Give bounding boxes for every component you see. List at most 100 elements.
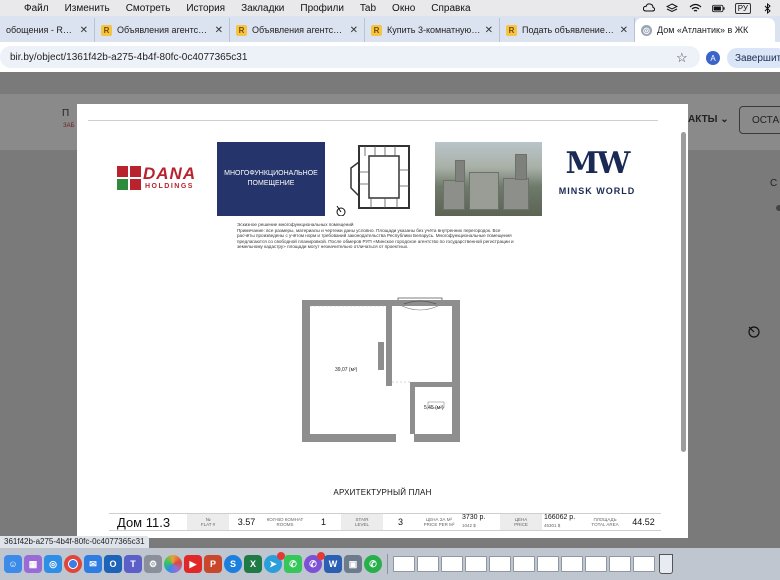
floor-plan-modal: DANA HOLDINGS МНОГОФУНКЦИОНАЛЬНОЕ ПОМЕЩЕ… [77, 104, 688, 538]
menu-help[interactable]: Справка [423, 3, 478, 14]
stack-icon[interactable] [666, 3, 679, 14]
dana-holdings-logo: DANA HOLDINGS [117, 164, 209, 192]
menu-window[interactable]: Окно [384, 3, 423, 14]
tab-buy-3-room[interactable]: R Купить 3-комнатную кв ✕ [365, 18, 500, 42]
compass-icon [747, 325, 761, 342]
flat-label: № FLAT # [187, 514, 229, 530]
close-tab-icon[interactable]: ✕ [485, 25, 493, 36]
minimized-window-thumbnail[interactable] [465, 556, 487, 572]
whatsapp-icon[interactable]: ✆ [364, 555, 382, 573]
modal-scrollbar[interactable] [681, 132, 686, 452]
menu-tab[interactable]: Tab [352, 3, 384, 14]
close-tab-icon[interactable]: ✕ [215, 25, 223, 36]
minimized-window-thumbnail[interactable] [585, 556, 607, 572]
note-text: Примечание: все размеры, материалы и чер… [237, 227, 514, 250]
realt-favicon-icon: R [506, 24, 517, 36]
preview-icon[interactable]: ▣ [344, 555, 362, 573]
contacts-menu[interactable]: АКТЫ ⌄ [688, 114, 729, 125]
word-icon[interactable]: W [324, 555, 342, 573]
finder-icon[interactable]: ☺ [4, 555, 22, 573]
price-per-m-value: 3730 р. 1042 $ [460, 514, 500, 530]
realt-favicon-icon: R [371, 24, 382, 36]
macos-dock: ☺ ▦ ◎ ✉ O T ⚙ ▶ P S X ➤ ✆ ✆ W ▣ ✆ [0, 548, 780, 580]
url-field[interactable]: bir.by/object/1361f42b-a275-4b4f-80fc-0c… [0, 46, 700, 68]
settings-icon[interactable]: ⚙ [144, 555, 162, 573]
close-tab-icon[interactable]: ✕ [350, 25, 358, 36]
messages-icon[interactable]: ✆ [284, 555, 302, 573]
wifi-icon[interactable] [689, 3, 702, 14]
youtube-icon[interactable]: ▶ [184, 555, 202, 573]
minimized-window-thumbnail[interactable] [417, 556, 439, 572]
menu-profiles[interactable]: Профили [292, 3, 352, 14]
minimized-window-thumbnail[interactable] [609, 556, 631, 572]
bookmark-star-icon[interactable]: ☆ [676, 50, 688, 66]
excel-icon[interactable]: X [244, 555, 262, 573]
menu-view[interactable]: Смотреть [118, 3, 179, 14]
area-label: ПЛОЩАДЬ TOTAL AREA [584, 514, 626, 530]
tab-agency-listings-1[interactable]: R Объявления агентства ✕ [95, 18, 230, 42]
teams-icon[interactable]: T [124, 555, 142, 573]
nav-item[interactable]: П [62, 108, 69, 119]
viber-icon[interactable]: ✆ [304, 552, 325, 573]
price-value: 166062 р. 46301 $ [542, 514, 584, 530]
price-label-en: PRICE [514, 522, 528, 527]
input-source-indicator[interactable]: РУ [734, 2, 751, 14]
room2-area-label: 5,45 (м²) [424, 405, 444, 411]
minimized-window-thumbnail[interactable] [393, 556, 415, 572]
minsk-world-mark: MW [565, 146, 631, 181]
price-per-m-label-en: PRICE PER M² [423, 522, 455, 527]
link-status-url: 361f42b-a275-4b4f-80fc-0c4077365c31 [0, 536, 149, 548]
menu-history[interactable]: История [178, 3, 233, 14]
trash-icon[interactable] [659, 554, 673, 574]
bluetooth-icon[interactable] [761, 2, 774, 14]
minsk-world-wordmark: MINSK WORLD [558, 186, 636, 196]
tab-agency-listings-2[interactable]: R Объявления агентства ✕ [230, 18, 365, 42]
battery-icon[interactable] [711, 3, 725, 14]
leave-request-button[interactable]: ОСТАВ [739, 106, 780, 134]
powerpoint-icon[interactable]: P [204, 555, 222, 573]
tab-label: Объявления агентства [117, 25, 211, 35]
minimized-window-thumbnail[interactable] [633, 556, 655, 572]
mail-icon[interactable]: ✉ [84, 555, 102, 573]
creative-cloud-icon[interactable] [643, 3, 656, 14]
contacts-label: АКТЫ [688, 114, 718, 125]
minimized-window-thumbnail[interactable] [561, 556, 583, 572]
apartment-floor-plan [302, 297, 460, 442]
menu-edit[interactable]: Изменить [57, 3, 118, 14]
tab-post-listing[interactable]: R Подать объявление о п ✕ [500, 18, 635, 42]
realt-favicon-icon: R [101, 24, 112, 36]
outlook-icon[interactable]: O [104, 555, 122, 573]
menu-file[interactable]: Файл [16, 3, 57, 14]
close-tab-icon[interactable]: ✕ [620, 25, 628, 36]
browser-toolbar: bir.by/object/1361f42b-a275-4b4f-80fc-0c… [0, 42, 780, 72]
divider [88, 120, 658, 121]
room1-area-label: 39,07 (м²) [335, 367, 358, 373]
menu-bookmarks[interactable]: Закладки [233, 3, 292, 14]
chrome-icon[interactable] [64, 555, 82, 573]
minimized-window-thumbnail[interactable] [537, 556, 559, 572]
flat-value: 3.57 [237, 517, 256, 527]
launchpad-icon[interactable]: ▦ [24, 555, 42, 573]
complex-aerial-photo [435, 142, 542, 216]
dana-wordmark: DANA [143, 164, 197, 183]
tab-label: обощения - Realt [6, 25, 76, 35]
premises-type-label: МНОГОФУНКЦИОНАЛЬНОЕ ПОМЕЩЕНИЕ [224, 170, 318, 187]
minimized-window-thumbnail[interactable] [441, 556, 463, 572]
shazam-icon[interactable]: S [224, 555, 242, 573]
price-per-m-main: 3730 р. [462, 514, 486, 521]
dana-submark: HOLDINGS [145, 183, 194, 190]
tab-atlantic-house[interactable]: ◎ Дом «Атлантик» в ЖК [635, 18, 775, 42]
close-tab-icon[interactable]: ✕ [80, 25, 88, 36]
tab-realt-messages[interactable]: обощения - Realt ✕ [0, 18, 95, 42]
safari-icon[interactable]: ◎ [44, 555, 62, 573]
finish-update-button[interactable]: Завершить [727, 48, 780, 68]
building-plan-thumbnail [336, 145, 410, 216]
macos-menu-bar: Файл Изменить Смотреть История Закладки … [0, 0, 780, 16]
plan-title: АРХИТЕКТУРНЫЙ ПЛАН [333, 488, 432, 497]
minimized-window-thumbnail[interactable] [489, 556, 511, 572]
minimized-window-thumbnail[interactable] [513, 556, 535, 572]
telegram-icon[interactable]: ➤ [264, 552, 285, 573]
photos-icon[interactable] [164, 555, 182, 573]
profile-avatar[interactable]: A [706, 51, 720, 65]
tab-label: Объявления агентства [252, 25, 346, 35]
